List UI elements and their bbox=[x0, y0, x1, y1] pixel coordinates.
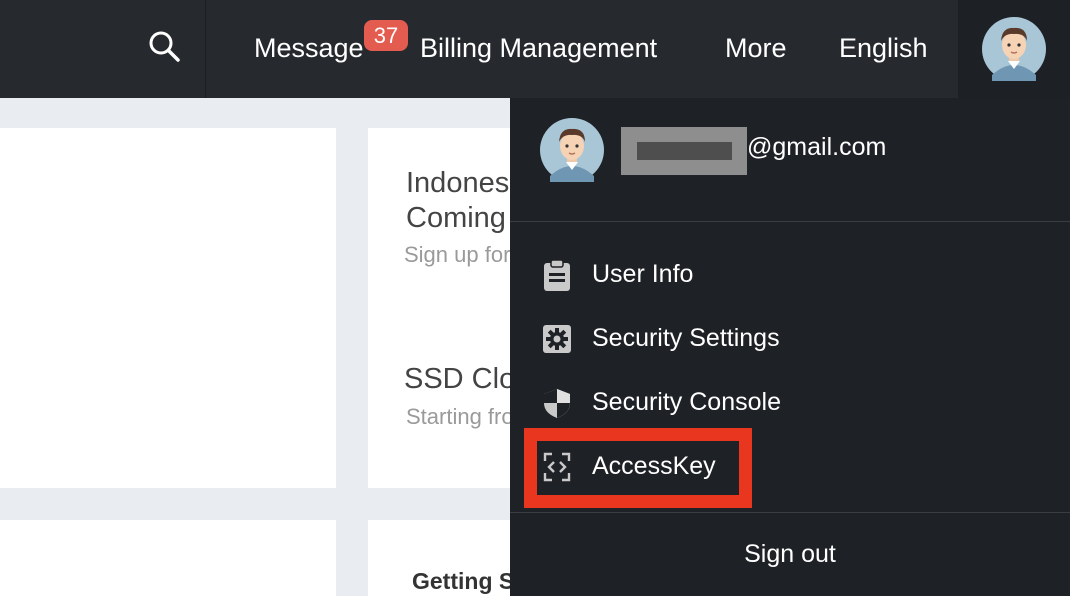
card-subtitle: Starting fro bbox=[406, 404, 514, 429]
user-account-header: @gmail.com bbox=[510, 98, 1070, 222]
menu-item-label: Security Console bbox=[592, 388, 781, 416]
content-card bbox=[0, 520, 336, 596]
avatar bbox=[982, 17, 1046, 86]
sign-out-button[interactable]: Sign out bbox=[510, 537, 1070, 571]
user-dropdown-menu: @gmail.com User Info Security Settings S… bbox=[510, 98, 1070, 596]
message-count-badge: 37 bbox=[364, 20, 408, 51]
content-card: Indones Coming Sign up for SSD Clo Start… bbox=[368, 128, 528, 488]
card-title: Coming bbox=[406, 202, 506, 234]
search-icon[interactable] bbox=[146, 28, 184, 66]
menu-item-accesskey[interactable]: AccessKey bbox=[510, 434, 1070, 498]
card-title: Getting S bbox=[412, 568, 515, 594]
code-key-icon bbox=[540, 450, 574, 484]
avatar bbox=[540, 118, 604, 187]
nav-billing-management[interactable]: Billing Management bbox=[420, 30, 657, 66]
content-card: Getting S bbox=[368, 520, 528, 596]
menu-item-label: User Info bbox=[592, 260, 694, 288]
clipboard-icon bbox=[540, 258, 574, 292]
nav-more[interactable]: More bbox=[725, 30, 787, 66]
nav-message[interactable]: Message bbox=[254, 30, 364, 66]
content-card bbox=[0, 128, 336, 488]
card-title: SSD Clo bbox=[404, 363, 516, 395]
nav-language[interactable]: English bbox=[839, 30, 928, 66]
redacted-email-block bbox=[621, 127, 747, 175]
menu-item-security-console[interactable]: Security Console bbox=[510, 370, 1070, 434]
user-email: @gmail.com bbox=[747, 133, 887, 161]
user-avatar-button[interactable] bbox=[958, 0, 1070, 98]
gear-icon bbox=[540, 322, 574, 356]
card-title: Indones bbox=[406, 167, 510, 199]
menu-item-security-settings[interactable]: Security Settings bbox=[510, 306, 1070, 370]
top-navigation-bar: Message 37 Billing Management More Engli… bbox=[0, 0, 1070, 98]
dropdown-footer: Sign out bbox=[510, 512, 1070, 596]
card-subtitle: Sign up for bbox=[404, 242, 511, 267]
menu-item-label: AccessKey bbox=[592, 452, 716, 480]
menu-item-label: Security Settings bbox=[592, 324, 780, 352]
menu-item-user-info[interactable]: User Info bbox=[510, 242, 1070, 306]
search-area bbox=[0, 0, 206, 98]
shield-icon bbox=[540, 386, 574, 420]
